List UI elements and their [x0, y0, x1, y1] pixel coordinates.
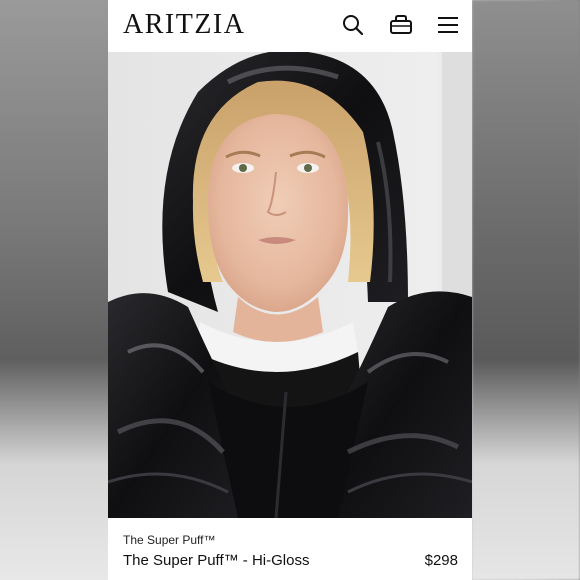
product-price: $298: [424, 552, 458, 569]
product-name[interactable]: The Super Puff™ - Hi-Gloss: [123, 552, 309, 569]
bag-icon[interactable]: [388, 12, 414, 38]
background-blur-right: [472, 0, 580, 580]
product-brand[interactable]: The Super Puff™: [123, 533, 216, 547]
product-photo-illustration: [108, 52, 472, 518]
background-blur-left: [0, 0, 108, 580]
phone-screen: ARITZIA The Super Puff™ The Super Puff™ …: [108, 0, 472, 580]
product-info: The Super Puff™ The Super Puff™ - Hi-Glo…: [108, 518, 472, 580]
site-header: ARITZIA: [108, 0, 472, 52]
search-icon[interactable]: [340, 12, 366, 38]
product-photo[interactable]: [108, 52, 472, 518]
aritzia-logo[interactable]: ARITZIA: [123, 9, 245, 41]
menu-icon[interactable]: [435, 12, 461, 38]
